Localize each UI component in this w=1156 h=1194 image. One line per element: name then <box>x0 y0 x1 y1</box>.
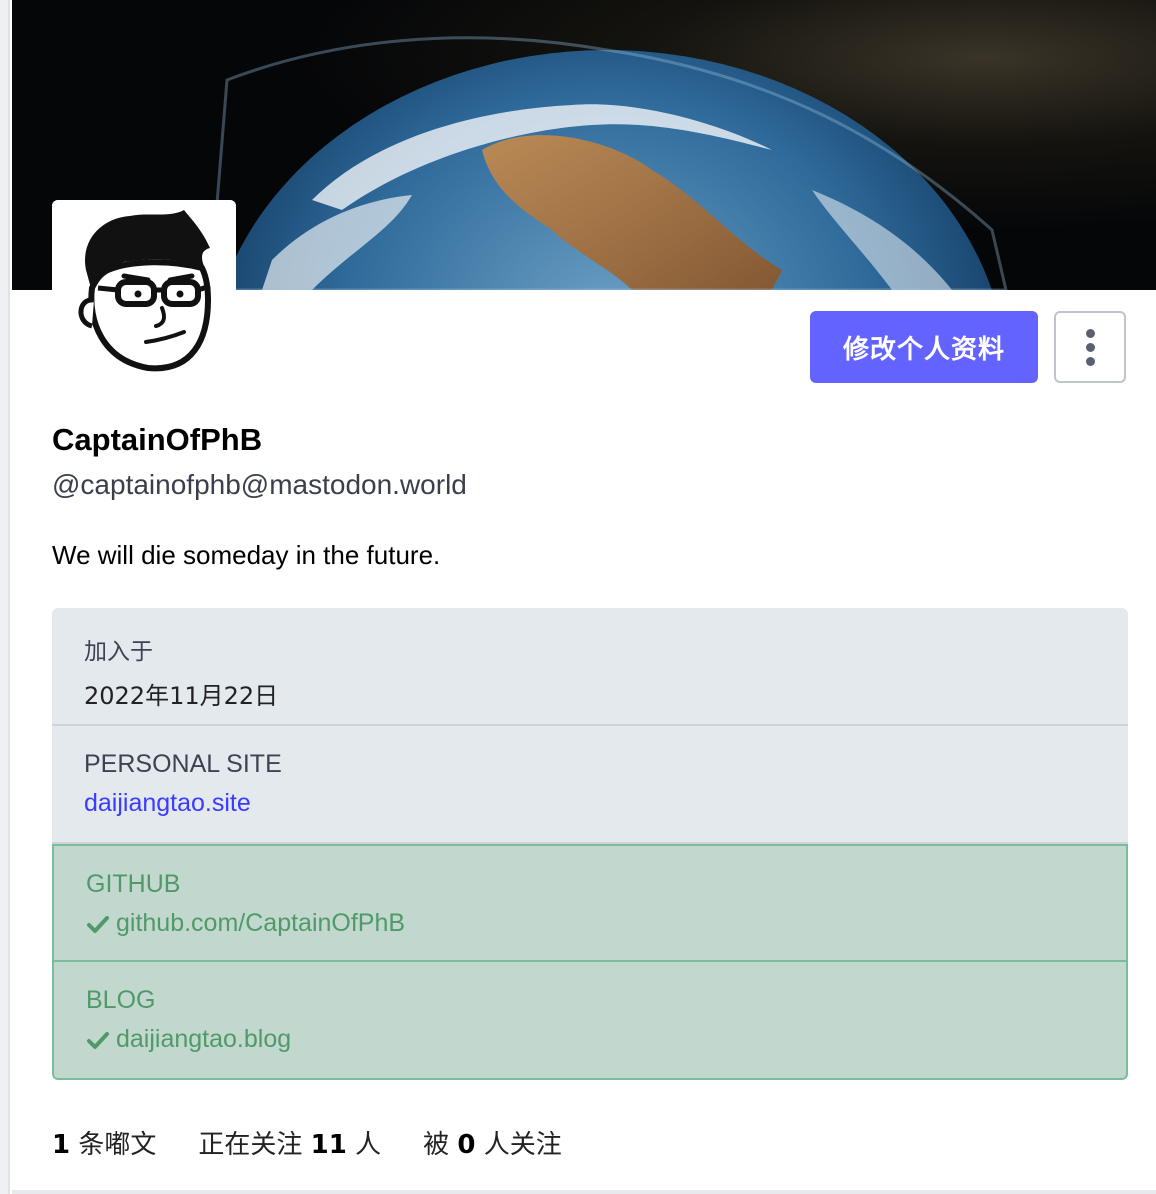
personal-site-link[interactable]: daijiangtao.site <box>84 789 1128 818</box>
field-joined: 加入于 2022年11月22日 <box>52 608 1128 726</box>
vertical-ellipsis-icon <box>1085 328 1095 338</box>
field-label: PERSONAL SITE <box>84 750 282 778</box>
edit-profile-button[interactable]: 修改个人资料 <box>810 311 1038 383</box>
profile-fields: 加入于 2022年11月22日 PERSONAL SITE daijiangta… <box>52 608 1128 1080</box>
avatar[interactable] <box>52 200 236 384</box>
posts-count-link[interactable]: 1 条嘟文 <box>52 1124 156 1161</box>
profile-card: 修改个人资料 CaptainOfPhB @captainofphb@mastod… <box>12 0 1156 1194</box>
profile-bio: We will die someday in the future. <box>52 540 441 570</box>
followers-count-link[interactable]: 被 0 人关注 <box>423 1124 562 1161</box>
display-name: CaptainOfPhB <box>52 422 263 457</box>
field-value: 2022年11月22日 <box>84 682 279 710</box>
more-options-button[interactable] <box>1054 311 1126 383</box>
check-icon <box>87 915 109 933</box>
field-blog: BLOG daijiangtao.blog <box>52 962 1128 1080</box>
account-handle: @captainofphb@mastodon.world <box>52 469 467 500</box>
field-label: BLOG <box>86 986 156 1014</box>
check-icon <box>87 1031 109 1049</box>
github-link[interactable]: github.com/CaptainOfPhB <box>116 909 405 938</box>
following-count-link[interactable]: 正在关注 11 人 <box>198 1124 381 1161</box>
blog-link[interactable]: daijiangtao.blog <box>116 1025 291 1054</box>
divider <box>12 1190 1156 1194</box>
field-github: GITHUB github.com/CaptainOfPhB <box>52 844 1128 962</box>
left-divider <box>0 0 10 1194</box>
profile-stats: 1 条嘟文 正在关注 11 人 被 0 人关注 <box>52 1124 562 1161</box>
field-label: GITHUB <box>86 870 181 898</box>
field-personal-site: PERSONAL SITE daijiangtao.site <box>52 726 1128 844</box>
field-label: 加入于 <box>84 639 153 665</box>
